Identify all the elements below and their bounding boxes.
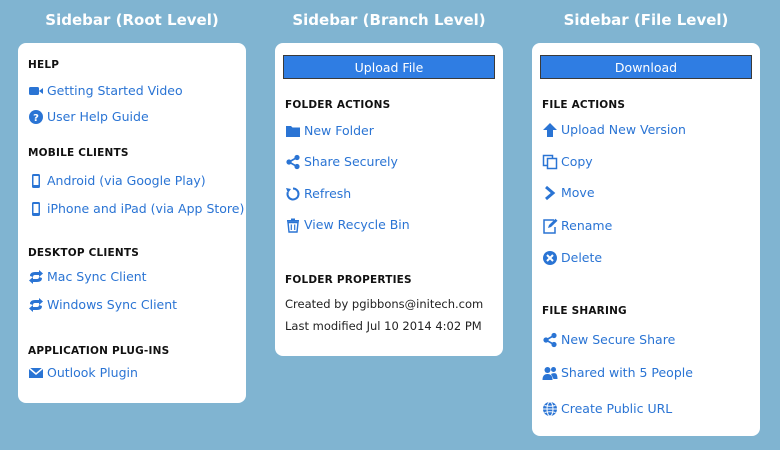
move-link[interactable]: Move [541, 184, 595, 201]
mobile-phone-icon [27, 172, 44, 189]
android-label: Android (via Google Play) [47, 173, 206, 188]
refresh-icon [284, 185, 301, 202]
rename-label: Rename [561, 218, 613, 233]
new-secure-share-label: New Secure Share [561, 332, 676, 347]
download-button[interactable]: Download [540, 55, 752, 79]
mobile-clients-heading: MOBILE CLIENTS [28, 147, 129, 159]
video-camera-icon [27, 82, 44, 99]
delete-link[interactable]: Delete [541, 249, 602, 266]
user-help-guide-label: User Help Guide [47, 109, 149, 124]
upload-file-button[interactable]: Upload File [283, 55, 495, 79]
new-secure-share-link[interactable]: New Secure Share [541, 331, 675, 348]
sync-arrows-icon [27, 296, 44, 313]
help-heading: HELP [28, 59, 60, 71]
delete-circle-icon [541, 249, 558, 266]
new-folder-link[interactable]: New Folder [284, 122, 374, 139]
folder-icon [284, 122, 301, 139]
outlook-plugin-link[interactable]: Outlook Plugin [27, 364, 138, 381]
getting-started-video-label: Getting Started Video [47, 83, 183, 98]
windows-sync-client-label: Windows Sync Client [47, 297, 178, 312]
chevron-right-icon [541, 184, 558, 201]
root-column-title: Sidebar (Root Level) [45, 11, 219, 29]
envelope-icon [27, 364, 44, 381]
trash-icon [284, 216, 301, 233]
shared-with-people-label: Shared with 5 People [561, 365, 693, 380]
mac-sync-client-label: Mac Sync Client [47, 269, 147, 284]
copy-icon [541, 153, 558, 170]
share-securely-link[interactable]: Share Securely [284, 153, 398, 170]
upload-arrow-icon [541, 121, 558, 138]
move-label: Move [561, 185, 595, 200]
mobile-phone-icon [27, 200, 44, 217]
share-icon [541, 331, 558, 348]
created-by-text: Created by pgibbons@initech.com [285, 297, 484, 311]
sync-arrows-icon [27, 268, 44, 285]
view-recycle-bin-link[interactable]: View Recycle Bin [284, 216, 410, 233]
refresh-label: Refresh [304, 186, 352, 201]
edit-icon [541, 217, 558, 234]
copy-label: Copy [561, 154, 593, 169]
sidebar-file-panel: Download FILE ACTIONS Upload New Version… [532, 43, 760, 436]
user-help-guide-link[interactable]: ? User Help Guide [27, 108, 149, 125]
create-public-url-link[interactable]: Create Public URL [541, 400, 672, 417]
share-securely-label: Share Securely [304, 154, 398, 169]
iphone-ipad-label: iPhone and iPad (via App Store) [47, 201, 245, 216]
upload-new-version-label: Upload New Version [561, 122, 686, 137]
last-modified-text: Last modified Jul 10 2014 4:02 PM [285, 319, 482, 333]
desktop-clients-heading: DESKTOP CLIENTS [28, 247, 140, 259]
file-actions-heading: FILE ACTIONS [542, 99, 626, 111]
upload-new-version-link[interactable]: Upload New Version [541, 121, 686, 138]
file-sharing-heading: FILE SHARING [542, 305, 627, 317]
new-folder-label: New Folder [304, 123, 374, 138]
sidebar-branch-panel: Upload File FOLDER ACTIONS New Folder Sh… [275, 43, 503, 356]
question-circle-icon: ? [27, 108, 44, 125]
mac-sync-client-link[interactable]: Mac Sync Client [27, 268, 147, 285]
rename-link[interactable]: Rename [541, 217, 612, 234]
folder-properties-heading: FOLDER PROPERTIES [285, 274, 412, 286]
iphone-ipad-link[interactable]: iPhone and iPad (via App Store) [27, 200, 244, 217]
application-plugins-heading: APPLICATION PLUG-INS [28, 345, 170, 357]
delete-label: Delete [561, 250, 603, 265]
getting-started-video-link[interactable]: Getting Started Video [27, 82, 183, 99]
folder-actions-heading: FOLDER ACTIONS [285, 99, 391, 111]
windows-sync-client-link[interactable]: Windows Sync Client [27, 296, 177, 313]
copy-link[interactable]: Copy [541, 153, 593, 170]
create-public-url-label: Create Public URL [561, 401, 673, 416]
shared-with-people-link[interactable]: Shared with 5 People [541, 364, 693, 381]
android-link[interactable]: Android (via Google Play) [27, 172, 206, 189]
view-recycle-bin-label: View Recycle Bin [304, 217, 410, 232]
users-icon [541, 364, 558, 381]
share-icon [284, 153, 301, 170]
globe-icon [541, 400, 558, 417]
outlook-plugin-label: Outlook Plugin [47, 365, 138, 380]
svg-text:?: ? [33, 113, 39, 124]
sidebar-root-panel: HELP Getting Started Video ? User Help G… [18, 43, 246, 403]
refresh-link[interactable]: Refresh [284, 185, 351, 202]
branch-column-title: Sidebar (Branch Level) [292, 11, 486, 29]
file-column-title: Sidebar (File Level) [563, 11, 729, 29]
